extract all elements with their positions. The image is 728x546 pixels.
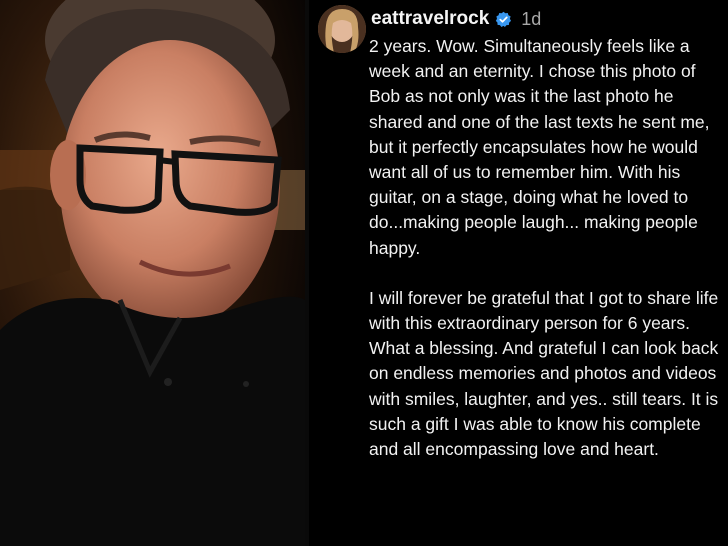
caption-paragraph: I will forever be grateful that I got to… xyxy=(369,287,719,460)
verified-badge-icon xyxy=(495,11,512,28)
profile-avatar[interactable] xyxy=(318,5,366,53)
post-timestamp: 1d xyxy=(521,8,542,29)
username[interactable]: eattravelrock xyxy=(371,8,489,30)
instagram-post: eattravelrock 1d 2 years. Wow. Simultane… xyxy=(309,0,728,546)
post-caption: 2 years. Wow. Simultaneously feels like … xyxy=(369,34,728,462)
post-photo[interactable] xyxy=(0,0,305,546)
caption-paragraph: 2 years. Wow. Simultaneously feels like … xyxy=(369,36,710,258)
avatar-image xyxy=(318,5,366,53)
portrait-image xyxy=(0,0,305,546)
post-header: eattravelrock 1d xyxy=(371,6,541,32)
